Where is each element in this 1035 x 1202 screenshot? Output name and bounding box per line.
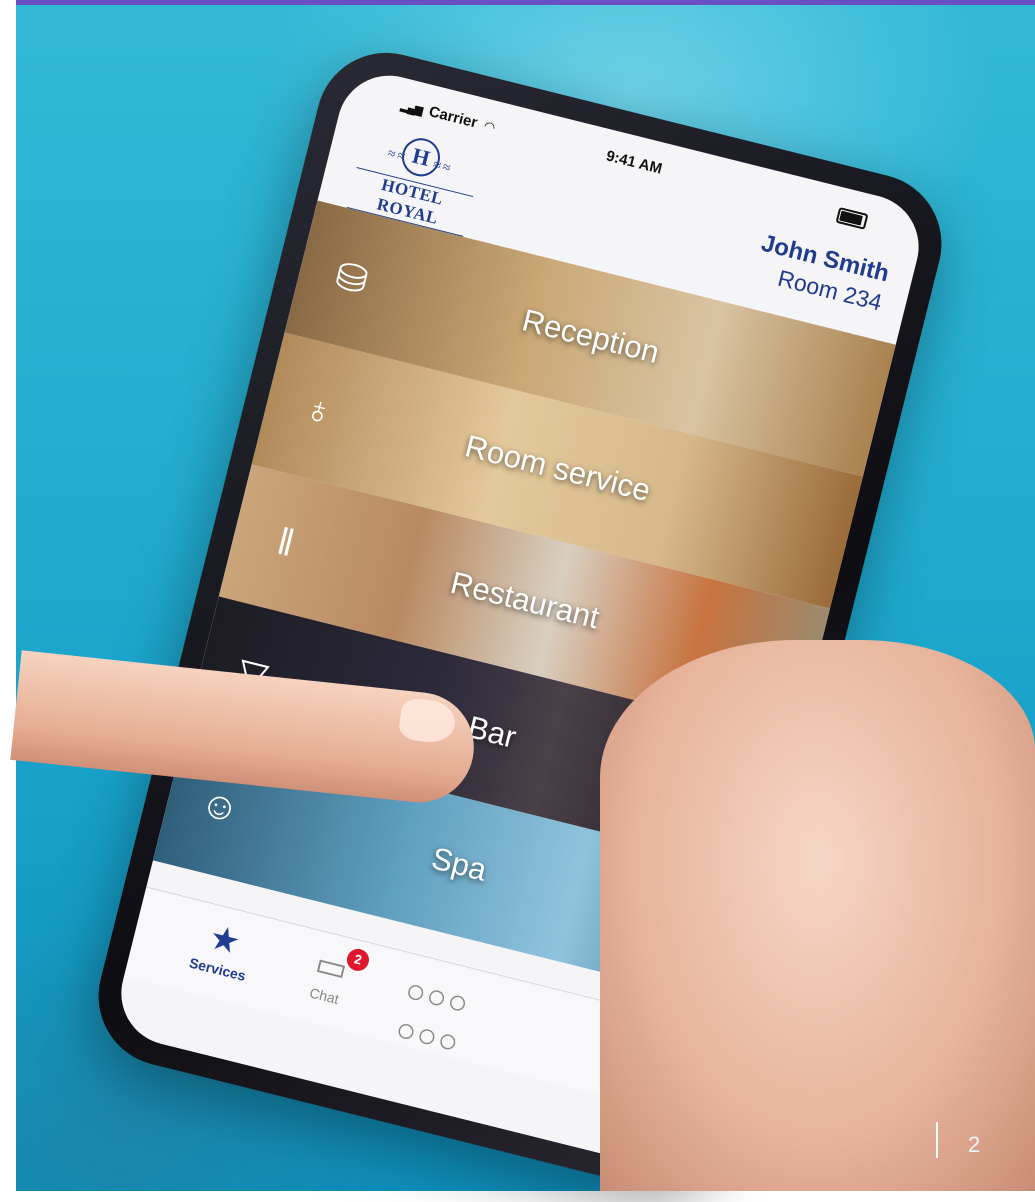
guest-info: John Smith Room 234 <box>751 230 892 317</box>
page-margin <box>0 0 16 1191</box>
right-hand <box>600 640 1035 1191</box>
top-accent-bar <box>16 0 1035 5</box>
page-number: 2 <box>936 1122 980 1158</box>
hotel-logo[interactable]: H ≈≈ ≈≈ HOTEL ROYAL <box>346 124 483 237</box>
